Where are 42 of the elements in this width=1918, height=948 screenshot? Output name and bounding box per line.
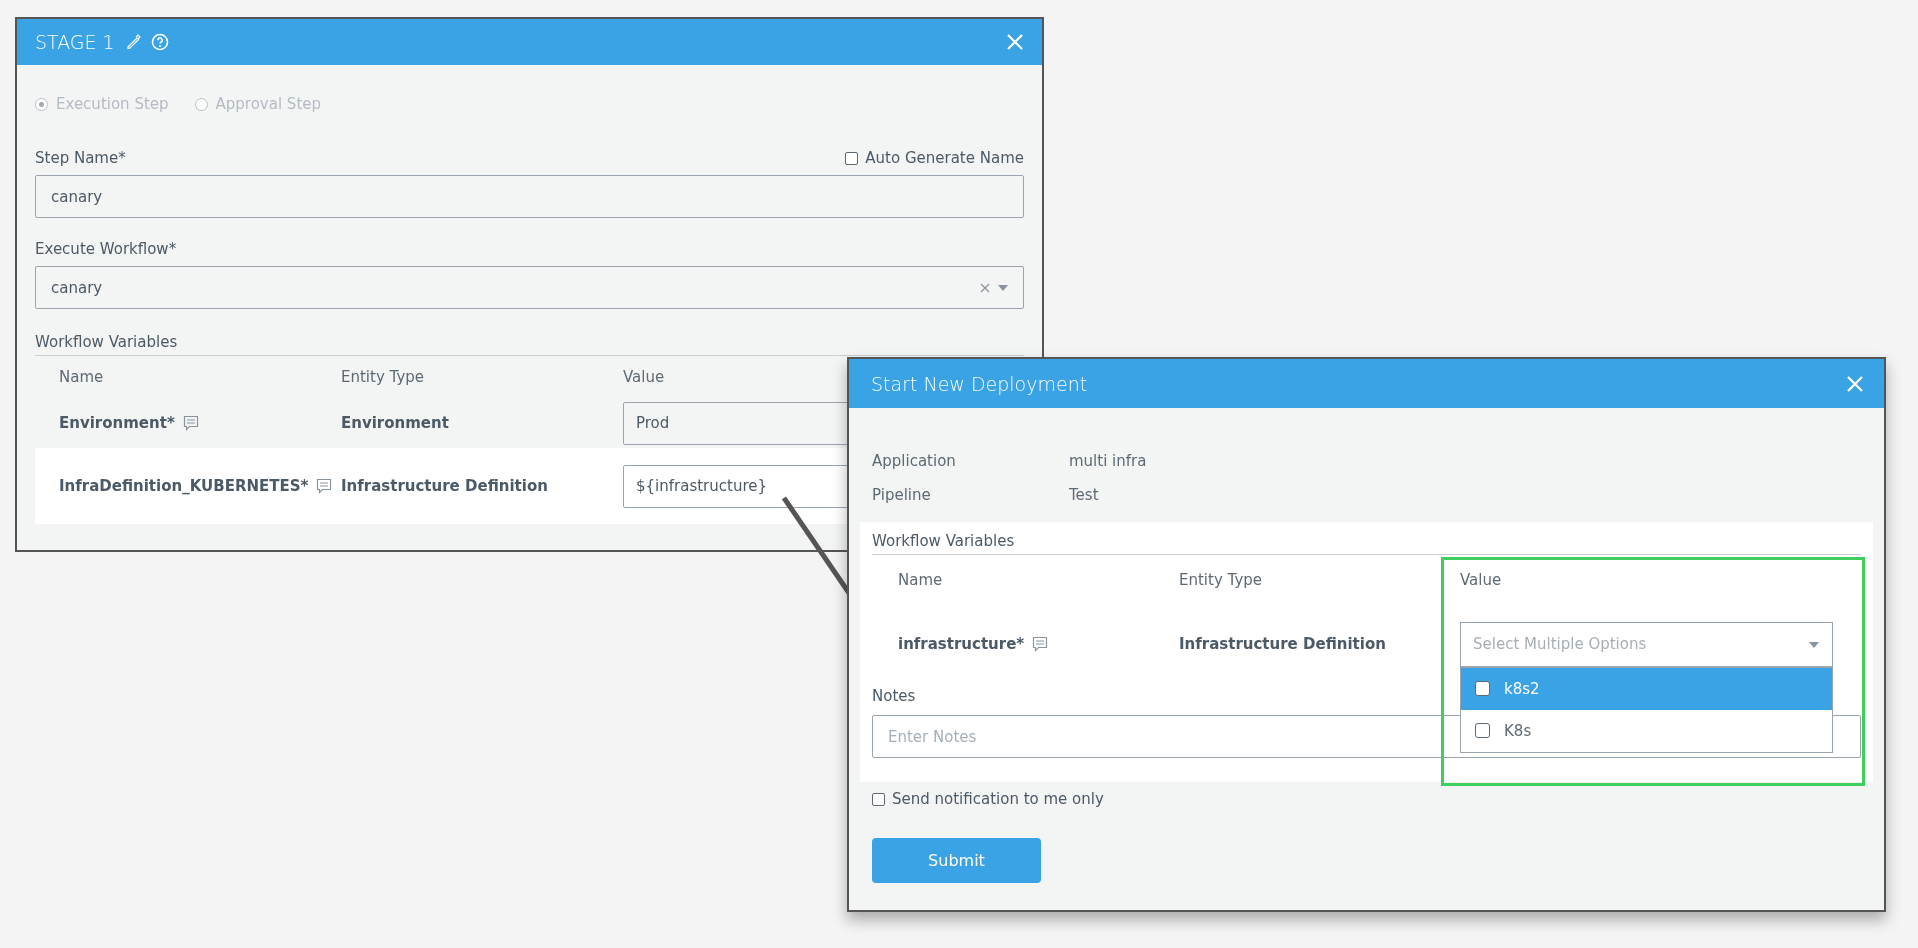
clear-icon[interactable] bbox=[980, 282, 990, 293]
entity-type: Environment bbox=[341, 414, 450, 432]
comment-icon bbox=[182, 415, 199, 431]
field-label: Execute Workflow* bbox=[35, 240, 178, 258]
variable-name: Environment* bbox=[59, 414, 175, 432]
close-icon[interactable] bbox=[1846, 374, 1864, 393]
step-name-field[interactable]: canary bbox=[35, 175, 1024, 218]
caret-icon[interactable] bbox=[1809, 641, 1819, 648]
select-value: canary bbox=[51, 278, 103, 297]
checkbox[interactable] bbox=[1475, 723, 1490, 738]
column-header: Entity Type bbox=[1179, 571, 1262, 589]
column-header: Value bbox=[623, 368, 665, 386]
multi-select-field[interactable]: Select Multiple Options bbox=[1460, 621, 1833, 667]
comment-icon bbox=[316, 478, 333, 494]
field-label: Step Name* bbox=[35, 149, 126, 167]
help-icon[interactable] bbox=[150, 33, 169, 51]
pencil-icon[interactable] bbox=[124, 34, 141, 50]
auto-generate-checkbox[interactable]: Auto Generate Name bbox=[845, 149, 1024, 167]
entity-type: Infrastructure Definition bbox=[1179, 635, 1387, 653]
column-header: Value bbox=[1460, 571, 1502, 589]
entity-type: Infrastructure Definition bbox=[341, 477, 549, 495]
close-icon[interactable] bbox=[1006, 33, 1024, 51]
column-header: Name bbox=[59, 368, 104, 386]
option-label: K8s bbox=[1504, 721, 1532, 740]
dialog-title: STAGE 1 bbox=[35, 31, 115, 53]
workflow-select[interactable]: canary bbox=[35, 266, 1024, 309]
caret-icon[interactable] bbox=[998, 284, 1008, 291]
option-label: k8s2 bbox=[1504, 679, 1540, 698]
dialog-title: Start New Deployment bbox=[871, 372, 1088, 395]
variable-name: infrastructure* bbox=[898, 635, 1025, 653]
checkbox[interactable] bbox=[1475, 681, 1490, 696]
section-title: Workflow Variables bbox=[35, 333, 1024, 356]
info-value: multi infra bbox=[1069, 452, 1148, 470]
field-label: Notes bbox=[872, 687, 916, 705]
info-value: Test bbox=[1069, 486, 1100, 504]
comment-icon bbox=[1032, 636, 1049, 652]
notify-checkbox[interactable]: Send notification to me only bbox=[872, 790, 1104, 808]
section-title: Workflow Variables bbox=[872, 522, 1861, 555]
column-header: Entity Type bbox=[341, 368, 424, 386]
variable-name: InfraDefinition_KUBERNETES* bbox=[59, 477, 309, 495]
info-label: Pipeline bbox=[872, 486, 932, 504]
column-header: Name bbox=[898, 571, 943, 589]
